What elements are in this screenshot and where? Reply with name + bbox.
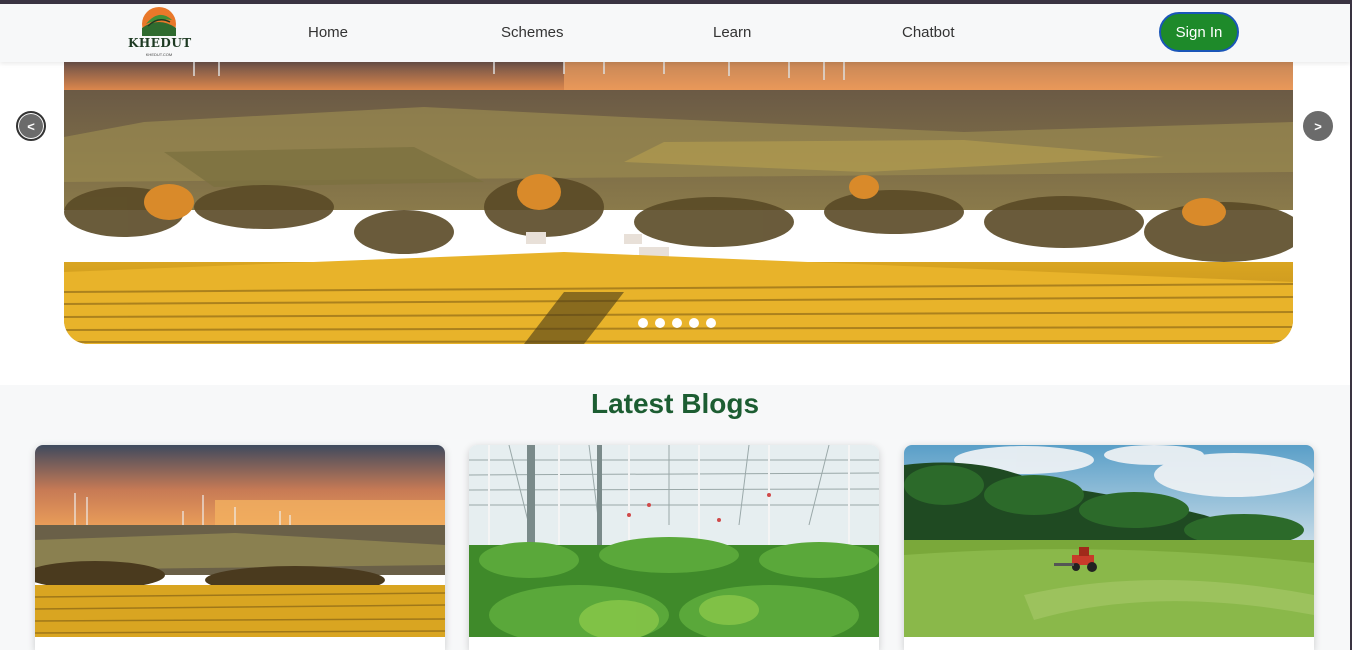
- carousel-dot-3[interactable]: [672, 318, 682, 328]
- carousel-dot-4[interactable]: [689, 318, 699, 328]
- carousel-next-button[interactable]: >: [1303, 111, 1333, 141]
- blog-card-3-body: [904, 637, 1314, 650]
- blog-card-image-tractor-field: [904, 445, 1314, 637]
- blog-card-image-greenhouse: [469, 445, 879, 637]
- vineyard-landscape-image: [64, 62, 1293, 344]
- nav-link-schemes[interactable]: Schemes: [501, 24, 564, 41]
- navbar: KHEDUT KHEDUT.COM Home Schemes Learn Cha…: [0, 4, 1350, 62]
- carousel-dot-1[interactable]: [638, 318, 648, 328]
- hero-carousel-image: [64, 62, 1293, 344]
- nav-link-chatbot[interactable]: Chatbot: [902, 24, 955, 41]
- blog-card-2[interactable]: [469, 445, 879, 650]
- blog-card-2-body: [469, 637, 879, 650]
- nav-link-learn[interactable]: Learn: [713, 24, 751, 41]
- logo-text: KHEDUT: [128, 36, 192, 50]
- sign-in-button[interactable]: Sign In: [1159, 12, 1239, 52]
- blog-card-1[interactable]: [35, 445, 445, 650]
- carousel-indicators: [638, 318, 716, 328]
- logo-emblem-icon: [142, 7, 176, 41]
- blog-card-1-body: [35, 637, 445, 650]
- carousel-dot-5[interactable]: [706, 318, 716, 328]
- carousel-prev-button[interactable]: <: [16, 111, 46, 141]
- latest-blogs-title: Latest Blogs: [590, 388, 760, 419]
- nav-link-home[interactable]: Home: [308, 24, 348, 41]
- carousel-dot-2[interactable]: [655, 318, 665, 328]
- blog-card-3[interactable]: [904, 445, 1314, 650]
- blog-card-image-vineyard: [35, 445, 445, 637]
- logo-subtext: KHEDUT.COM: [145, 52, 173, 57]
- logo[interactable]: KHEDUT KHEDUT.COM: [128, 6, 192, 60]
